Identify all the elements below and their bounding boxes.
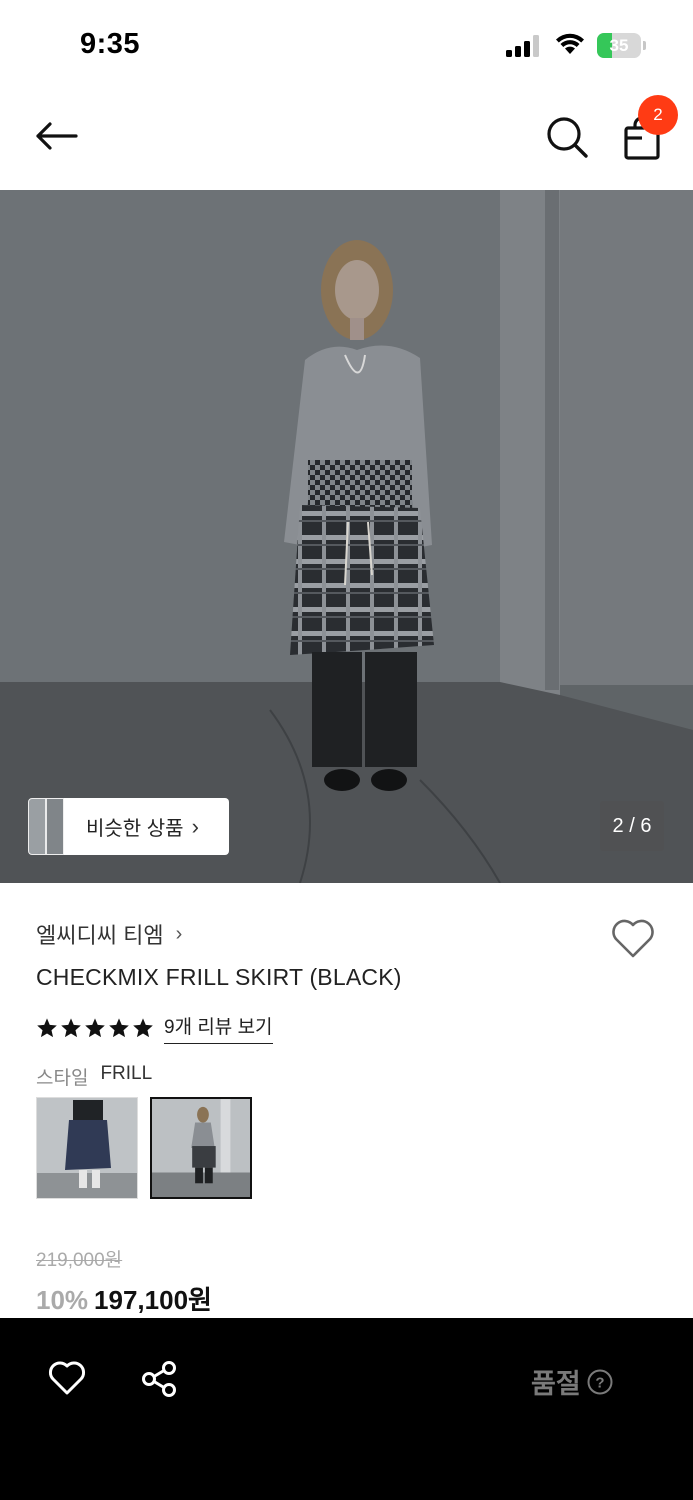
thumbnail-option[interactable] [36, 1097, 138, 1199]
cart-count-badge: 2 [638, 95, 678, 135]
original-price: 219,000원 [36, 1250, 123, 1271]
style-row: 스타일 FRILL [36, 1063, 152, 1090]
battery-percent: 35 [609, 36, 629, 55]
image-page-indicator: 2 / 6 [600, 801, 664, 851]
style-value: FRILL [100, 1063, 153, 1084]
star-icon [133, 1018, 153, 1038]
rating-row: 9개 리뷰 보기 [36, 1012, 273, 1044]
similar-products-label: 비슷한 상품 [86, 818, 184, 840]
question-circle-icon[interactable]: ? [587, 1369, 613, 1395]
similar-products-thumbnail [28, 798, 64, 855]
share-icon[interactable] [140, 1360, 178, 1398]
star-icon [109, 1018, 129, 1038]
nav-bar [0, 88, 693, 190]
bottom-action-bar: 품절 ? [0, 1318, 693, 1500]
thumbnail-image [152, 1099, 250, 1197]
heart-outline-icon[interactable] [610, 918, 656, 960]
back-button[interactable] [30, 114, 82, 158]
arrow-left-icon [36, 122, 78, 150]
similar-products-button[interactable]: 비슷한 상품 › [28, 798, 229, 855]
color-thumbnails [36, 1097, 252, 1199]
review-link[interactable]: 9개 리뷰 보기 [164, 1012, 273, 1044]
star-icon [61, 1018, 81, 1038]
sold-out-status: 품절 ? [531, 1362, 613, 1401]
product-image[interactable] [0, 190, 693, 883]
star-icon [85, 1018, 105, 1038]
brand-name: 엘씨디씨 티엠 [36, 923, 164, 948]
style-label: 스타일 [36, 1068, 89, 1089]
discount-rate: 10% [36, 1285, 89, 1315]
product-photo [0, 190, 693, 883]
chevron-right-icon: › [175, 922, 183, 945]
status-bar: 9:35 35 [0, 0, 693, 88]
status-time: 9:35 [80, 28, 141, 60]
price-row: 10% 197,100원 [36, 1280, 212, 1317]
battery-indicator: 35 [597, 33, 647, 58]
chevron-right-icon: › [191, 813, 199, 839]
sold-out-label: 품절 [531, 1369, 581, 1399]
search-icon[interactable] [544, 114, 590, 160]
wifi-icon [556, 33, 584, 54]
thumbnail-option-selected[interactable] [150, 1097, 252, 1199]
svg-text:?: ? [595, 1374, 604, 1391]
heart-outline-icon[interactable] [48, 1360, 86, 1396]
product-name: CHECKMIX FRILL SKIRT (BLACK) [36, 964, 402, 990]
thumbnail-image [37, 1098, 137, 1198]
cellular-signal-icon [506, 35, 539, 57]
star-icon [37, 1018, 57, 1038]
sale-price: 197,100원 [94, 1285, 212, 1315]
brand-link[interactable]: 엘씨디씨 티엠 › [36, 918, 182, 950]
rating-stars [36, 1017, 154, 1039]
